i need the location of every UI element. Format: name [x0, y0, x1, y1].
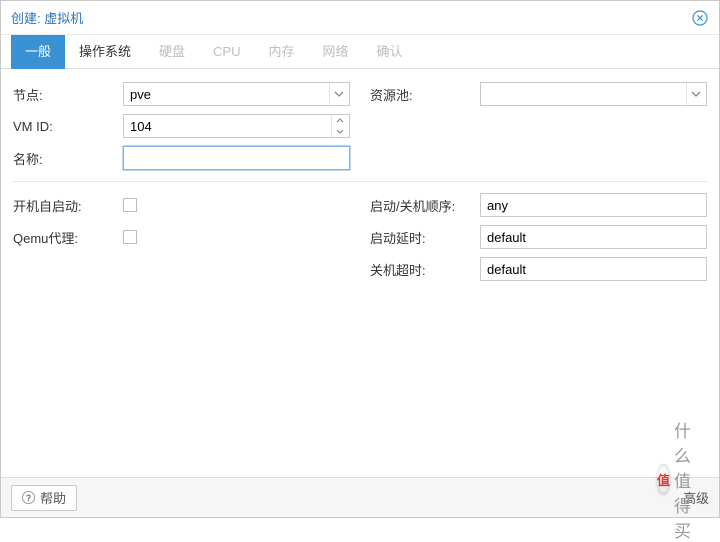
- chevron-down-icon: [336, 129, 344, 134]
- close-icon: [692, 10, 708, 26]
- pool-input[interactable]: [481, 83, 686, 105]
- help-button[interactable]: ? 帮助: [11, 485, 77, 511]
- name-label: 名称:: [13, 149, 123, 168]
- right-column-adv: 启动/关机顺序: 启动延时: 关机超时:: [370, 190, 707, 286]
- down-input[interactable]: [481, 258, 706, 280]
- help-icon: ?: [22, 491, 35, 504]
- agent-label: Qemu代理:: [13, 228, 123, 247]
- node-label: 节点:: [13, 85, 123, 104]
- node-trigger[interactable]: [329, 83, 349, 105]
- footer: ? 帮助 高级 值 什么值得买: [1, 477, 719, 517]
- tab-cpu: CPU: [199, 35, 254, 69]
- right-column-top: 资源池:: [370, 79, 707, 175]
- chevron-down-icon: [334, 91, 344, 97]
- tab-general[interactable]: 一般: [11, 35, 65, 69]
- onboot-label: 开机自启动:: [13, 196, 123, 215]
- pool-trigger[interactable]: [686, 83, 706, 105]
- tab-network: 网络: [309, 35, 363, 69]
- agent-checkbox[interactable]: [123, 230, 137, 244]
- tab-os[interactable]: 操作系统: [65, 35, 145, 69]
- order-field[interactable]: [480, 193, 707, 217]
- node-combo[interactable]: [123, 82, 350, 106]
- up-input[interactable]: [481, 226, 706, 248]
- down-field[interactable]: [480, 257, 707, 281]
- vmid-down[interactable]: [332, 126, 349, 137]
- pool-label: 资源池:: [370, 85, 480, 104]
- vmid-label: VM ID:: [13, 119, 123, 134]
- order-label: 启动/关机顺序:: [370, 196, 480, 215]
- name-input[interactable]: [124, 147, 349, 169]
- left-column: 节点: VM ID:: [13, 79, 350, 175]
- advanced-label: 高级: [683, 488, 709, 507]
- create-vm-window: 创建: 虚拟机 一般 操作系统 硬盘 CPU 内存 网络 确认 节点:: [0, 0, 720, 518]
- down-label: 关机超时:: [370, 260, 480, 279]
- chevron-down-icon: [691, 91, 701, 97]
- vmid-spinner[interactable]: [123, 114, 350, 138]
- onboot-checkbox[interactable]: [123, 198, 137, 212]
- vmid-input[interactable]: [124, 115, 331, 137]
- node-input[interactable]: [124, 83, 329, 105]
- name-field[interactable]: [123, 146, 350, 170]
- up-field[interactable]: [480, 225, 707, 249]
- tab-confirm: 确认: [363, 35, 417, 69]
- titlebar: 创建: 虚拟机: [1, 1, 719, 35]
- divider: [13, 181, 707, 182]
- tab-disk: 硬盘: [145, 35, 199, 69]
- tab-memory: 内存: [255, 35, 309, 69]
- close-button[interactable]: [691, 9, 709, 27]
- wizard-tabs: 一般 操作系统 硬盘 CPU 内存 网络 确认: [1, 35, 719, 69]
- chevron-up-icon: [336, 118, 344, 123]
- pool-combo[interactable]: [480, 82, 707, 106]
- form-body: 节点: VM ID:: [1, 69, 719, 477]
- up-label: 启动延时:: [370, 228, 480, 247]
- order-input[interactable]: [481, 194, 706, 216]
- vmid-up[interactable]: [332, 115, 349, 126]
- left-column-adv: 开机自启动: Qemu代理:: [13, 190, 350, 286]
- window-title: 创建: 虚拟机: [11, 8, 83, 27]
